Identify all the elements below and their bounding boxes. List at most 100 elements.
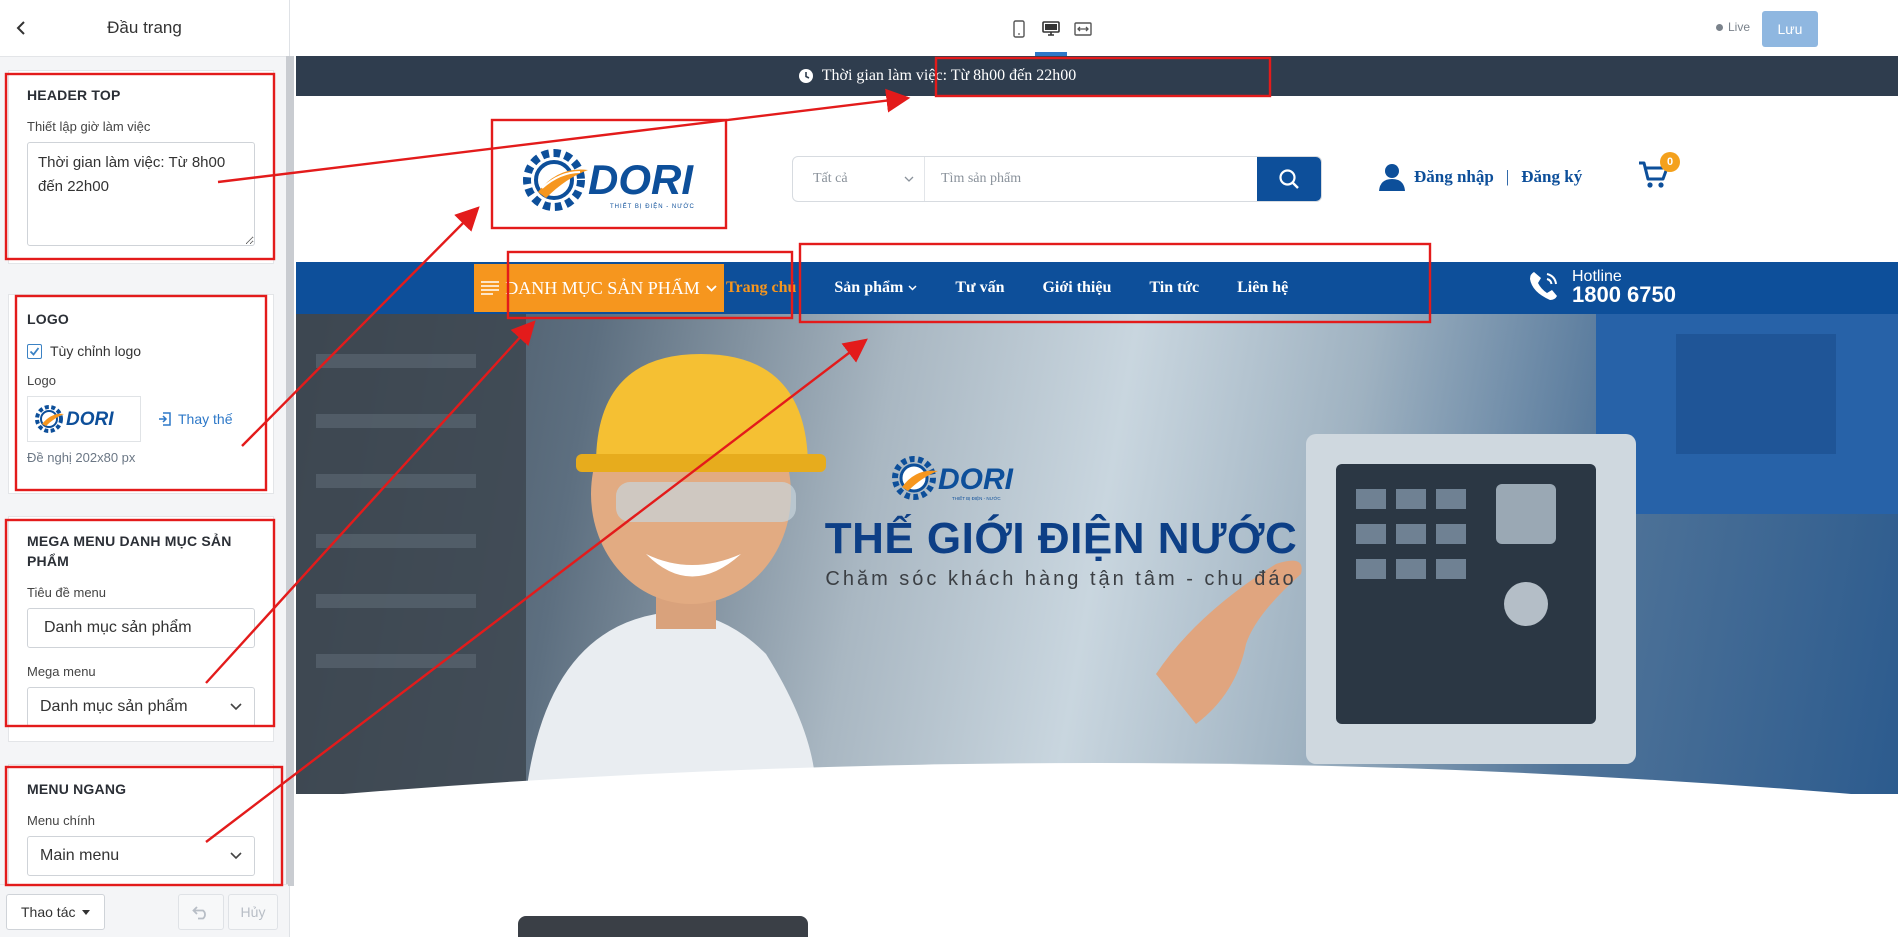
cancel-button[interactable]: Hủy xyxy=(228,894,278,930)
cart-button[interactable]: 0 xyxy=(1638,152,1680,195)
hotline-number: 1800 6750 xyxy=(1572,282,1676,307)
site-main-header: DORI THIẾT BỊ ĐIỆN - NƯỚC Tất cả Đăng nh… xyxy=(296,96,1898,262)
menu-title-input[interactable]: Danh mục sản phẩm xyxy=(27,608,255,648)
site-navbar: DANH MỤC SẢN PHẨM Trang chủ Sản phẩm Tư … xyxy=(296,262,1898,314)
account-separator: | xyxy=(1505,167,1510,186)
main-menu-label: Menu chính xyxy=(27,813,95,828)
site-search-input[interactable] xyxy=(925,157,1257,201)
caret-down-icon xyxy=(82,909,91,915)
chevron-down-icon xyxy=(908,285,917,291)
mobile-icon xyxy=(1013,20,1025,38)
clock-icon xyxy=(798,68,814,84)
search-icon xyxy=(1279,169,1299,189)
user-icon xyxy=(1379,164,1405,191)
cart-count-badge: 0 xyxy=(1660,152,1680,172)
live-status: Live xyxy=(1716,20,1750,34)
mega-menu-label: Mega menu xyxy=(27,664,96,679)
site-search-bar: Tất cả xyxy=(792,156,1322,202)
undo-button[interactable] xyxy=(178,894,224,930)
site-logo[interactable]: DORI THIẾT BỊ ĐIỆN - NƯỚC xyxy=(518,144,698,223)
main-menu-value: Main menu xyxy=(40,847,120,864)
section-logo: LOGO Tùy chỉnh logo Logo DORI Thay thế Đ… xyxy=(8,294,274,494)
menu-title-value: Danh mục sản phẩm xyxy=(44,619,192,636)
svg-text:THIẾT BỊ ĐIỆN - NƯỚC: THIẾT BỊ ĐIỆN - NƯỚC xyxy=(952,494,1001,501)
mega-menu-value: Danh mục sản phẩm xyxy=(40,698,188,715)
section-title: MEGA MENU DANH MỤC SẢN PHẨM xyxy=(27,533,232,569)
section-mega-menu: MEGA MENU DANH MỤC SẢN PHẨM Tiêu đề menu… xyxy=(8,516,274,742)
banner-title: THẾ GIỚI ĐIỆN NƯỚC xyxy=(824,514,1298,563)
hero-banner: DORI THIẾT BỊ ĐIỆN - NƯỚC THẾ GIỚI ĐIỆN … xyxy=(296,314,1898,794)
dori-logo-icon: DORI xyxy=(35,405,114,433)
site-header-top: Thời gian làm việc: Từ 8h00 đến 22h00 xyxy=(296,56,1898,96)
chevron-down-icon xyxy=(904,176,914,182)
category-menu-label: DANH MỤC SẢN PHẨM xyxy=(505,277,700,298)
back-arrow-icon[interactable] xyxy=(10,17,32,39)
nav-item-home[interactable]: Trang chủ xyxy=(726,279,796,297)
section-title: HEADER TOP xyxy=(27,87,121,103)
working-hours-text: Thời gian làm việc: Từ 8h00 đến 22h00 xyxy=(821,67,1077,84)
logo-label: Logo xyxy=(27,373,56,388)
nav-item-contact[interactable]: Liên hệ xyxy=(1237,279,1288,297)
category-menu-button[interactable]: DANH MỤC SẢN PHẨM xyxy=(474,264,724,312)
search-category-value: Tất cả xyxy=(813,171,848,186)
main-menu-select[interactable]: Main menu xyxy=(27,836,255,876)
menu-title-label: Tiêu đề menu xyxy=(27,585,107,600)
fullwidth-view-button[interactable] xyxy=(1072,18,1094,40)
section-header-top: HEADER TOP Thiết lập giờ làm việc Thời g… xyxy=(8,70,274,264)
undo-icon xyxy=(192,906,206,920)
banner-wave xyxy=(296,763,1898,798)
search-category-select[interactable]: Tất cả xyxy=(793,157,925,201)
replace-icon xyxy=(159,412,171,426)
account-links: Đăng nhập | Đăng ký xyxy=(1378,162,1582,192)
main-nav: Trang chủ Sản phẩm Tư vấn Giới thiệu Tin… xyxy=(726,262,1326,314)
replace-logo-button[interactable]: Thay thế xyxy=(157,411,232,427)
nav-item-advice[interactable]: Tư vấn xyxy=(955,279,1004,297)
nav-item-news[interactable]: Tin tức xyxy=(1149,279,1199,297)
section-title: LOGO xyxy=(27,311,70,327)
chevron-down-icon xyxy=(230,852,242,860)
section-menu-ngang: MENU NGANG Menu chính Main menu xyxy=(8,764,274,888)
panel-scrollbar[interactable] xyxy=(286,56,294,886)
content-below-banner xyxy=(296,763,1898,937)
dori-logo-icon: DORI THIẾT BỊ ĐIỆN - NƯỚC xyxy=(523,149,695,211)
panel-header: Đầu trang xyxy=(0,0,289,57)
logo-size-hint: Đề nghị 202x80 px xyxy=(27,450,136,465)
desktop-icon xyxy=(1042,21,1060,36)
banner-subtitle: Chăm sóc khách hàng tận tâm - chu đáo xyxy=(825,568,1297,590)
checkmark-icon xyxy=(29,346,40,356)
desktop-view-button[interactable] xyxy=(1040,18,1062,40)
replace-label: Thay thế xyxy=(178,411,233,427)
svg-text:DORI: DORI xyxy=(66,409,114,430)
banner-logo: DORI THIẾT BỊ ĐIỆN - NƯỚC xyxy=(888,452,1014,511)
actions-label: Thao tác xyxy=(21,904,76,920)
working-hours-textarea[interactable]: Thời gian làm việc: Từ 8h00 đến 22h00 xyxy=(27,142,255,246)
working-hours-label: Thiết lập giờ làm việc xyxy=(27,119,151,134)
mega-menu-select[interactable]: Danh mục sản phẩm xyxy=(27,687,255,727)
custom-logo-checkbox[interactable] xyxy=(27,343,42,359)
settings-panel: Đầu trang HEADER TOP Thiết lập giờ làm v… xyxy=(0,0,294,937)
custom-logo-label: Tùy chỉnh logo xyxy=(50,343,142,359)
actions-dropdown-button[interactable]: Thao tác xyxy=(6,894,106,930)
logo-row: DORI Thay thế xyxy=(27,396,255,442)
logo-thumbnail: DORI xyxy=(27,396,141,442)
site-preview: Thời gian làm việc: Từ 8h00 đến 22h00 DO… xyxy=(296,56,1898,937)
register-link[interactable]: Đăng ký xyxy=(1521,167,1582,187)
dori-logo-icon: DORI THIẾT BỊ ĐIỆN - NƯỚC xyxy=(892,456,1014,501)
fullwidth-icon xyxy=(1074,22,1092,36)
product-image-peek xyxy=(518,916,808,937)
nav-item-products[interactable]: Sản phẩm xyxy=(834,279,917,297)
section-title: MENU NGANG xyxy=(27,781,127,797)
chevron-down-icon xyxy=(706,284,717,292)
custom-logo-checkbox-row[interactable]: Tùy chỉnh logo xyxy=(27,343,255,359)
svg-text:THIẾT BỊ ĐIỆN - NƯỚC: THIẾT BỊ ĐIỆN - NƯỚC xyxy=(610,202,695,210)
save-button[interactable]: Lưu xyxy=(1762,11,1818,47)
search-button[interactable] xyxy=(1257,157,1321,201)
login-link[interactable]: Đăng nhập xyxy=(1414,167,1494,187)
hotline[interactable]: Hotline 1800 6750 xyxy=(1526,268,1676,307)
mobile-view-button[interactable] xyxy=(1008,18,1030,40)
nav-item-about[interactable]: Giới thiệu xyxy=(1042,279,1111,297)
hamburger-icon xyxy=(481,281,500,295)
panel-title: Đầu trang xyxy=(107,18,182,37)
svg-text:DORI: DORI xyxy=(938,463,1014,496)
svg-text:DORI: DORI xyxy=(588,156,694,203)
